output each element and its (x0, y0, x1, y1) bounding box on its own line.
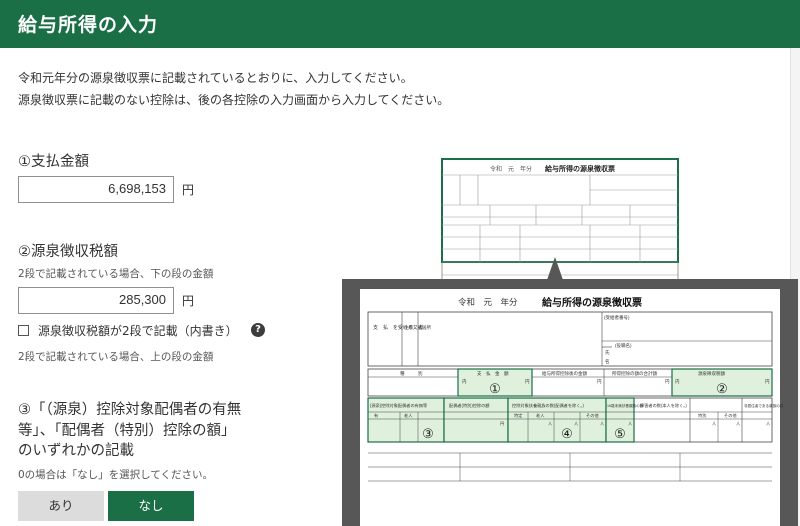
marker-3: ③ (422, 426, 434, 441)
yes-button[interactable]: あり (18, 491, 104, 521)
spouse-yes-label: 有 (374, 412, 378, 419)
small-slip-header: 令和 元 年分 (490, 165, 532, 173)
spouse-question-title: ③「（源泉）控除対象配偶者の有無 等」、「配偶者（特別）控除の額」 のいずれかの… (18, 400, 241, 462)
disabled-label: 障害者の数(本人を除く。) (640, 402, 687, 409)
spouse-question-line-2: 等」、「配偶者（特別）控除の額」 (18, 422, 236, 439)
intro-line-1: 令和元年分の源泉徴収票に記載されているとおりに、入力してください。 (18, 71, 413, 85)
u16-label: 16歳未満扶養親族の数 (607, 403, 644, 408)
spouse-question-line-3: のいずれかの記載 (18, 443, 134, 459)
no-button[interactable]: なし (108, 491, 194, 521)
col-type-label: 種 別 (400, 370, 423, 377)
marker-4: ④ (561, 426, 573, 441)
withholding-tax-unit: 円 (182, 294, 195, 308)
col-pay-uchi: 内 (462, 378, 467, 385)
spouse-old-label: 老人 (404, 412, 413, 418)
col-pay-label: 支 払 金 額 (477, 370, 509, 377)
payee-role-label: (役職名) (615, 342, 632, 349)
payment-amount-unit: 円 (182, 183, 195, 197)
zoom-slip-title: 給与所得の源泉徴収票 (542, 296, 642, 309)
col-tax-uchi: 内 (675, 378, 680, 385)
spouse-question-line-1: ③「（源泉）控除対象配偶者の有無 (18, 402, 242, 418)
col-deduct-label: 所得控除の額の合計額 (612, 370, 657, 377)
intro-text: 令和元年分の源泉徴収票に記載されているとおりに、入力してください。 源泉徴収票に… (18, 67, 449, 111)
two-row-checkbox[interactable] (18, 325, 29, 336)
intro-line-2: 源泉徴収票に記載のない控除は、後の各控除の入力画面から入力してください。 (18, 93, 450, 107)
withholding-tax-input[interactable]: 285,300 (18, 287, 174, 314)
withholding-tax-note: 2段で記載されている場合、下の段の金額 (18, 268, 214, 280)
two-row-checkbox-label[interactable]: 源泉徴収税額が2段で記載（内書き） (38, 322, 238, 339)
dependents-label: 控除対象扶養親族の数(配偶者を除く。) (512, 402, 584, 409)
page-title: 給与所得の入力 (18, 14, 159, 36)
dep-specific-label: 特定 (514, 412, 522, 419)
dep-other-label: その他 (586, 412, 599, 419)
marker-5: ⑤ (614, 426, 626, 441)
page-header: 給与所得の入力 (0, 0, 800, 48)
marker-1: ① (489, 381, 501, 396)
two-row-note: 2段で記載されている場合、上の段の金額 (18, 351, 214, 363)
disabled-special-label: 特別 (698, 412, 706, 419)
small-slip-title: 給与所得の源泉徴収票 (545, 164, 615, 173)
zoom-slip-header: 令和 元 年分 (458, 297, 518, 307)
payment-amount-title: ①支払金額 (18, 154, 89, 170)
withholding-tax-title: ②源泉徴収税額 (18, 244, 118, 260)
spouse-question-note: 0の場合は「なし」を選択してください。 (18, 469, 214, 481)
help-icon[interactable]: ? (251, 323, 265, 337)
col-after-label: 給与所得控除後の金額 (542, 370, 587, 377)
payee-id-label: (受給者番号) (604, 314, 630, 321)
payee-name-label-2: 名 (605, 358, 610, 365)
payee-address-label: 住所又は居所 (404, 324, 431, 331)
col-tax-label: 源泉徴収税額 (698, 370, 725, 377)
nonresident-label: 非居住者である親族の数 (744, 403, 784, 408)
spouse-exist-label: (源泉)控除対象配偶者の有無等 (370, 402, 427, 409)
payment-amount-input[interactable]: 6,698,153 (18, 176, 174, 203)
withholding-slip-illustration: 令和 元 年分 給与所得の源泉徴収票 令和 元 年分 給与所得の源泉徴収票 支 … (342, 158, 798, 526)
dep-old-label: 老人 (536, 412, 545, 418)
marker-2: ② (716, 381, 728, 396)
disabled-other-label: その他 (724, 412, 737, 419)
spouse-amount-label: 配偶者(特別)控除の額 (449, 402, 490, 409)
payee-name-label: 氏 (605, 349, 610, 355)
